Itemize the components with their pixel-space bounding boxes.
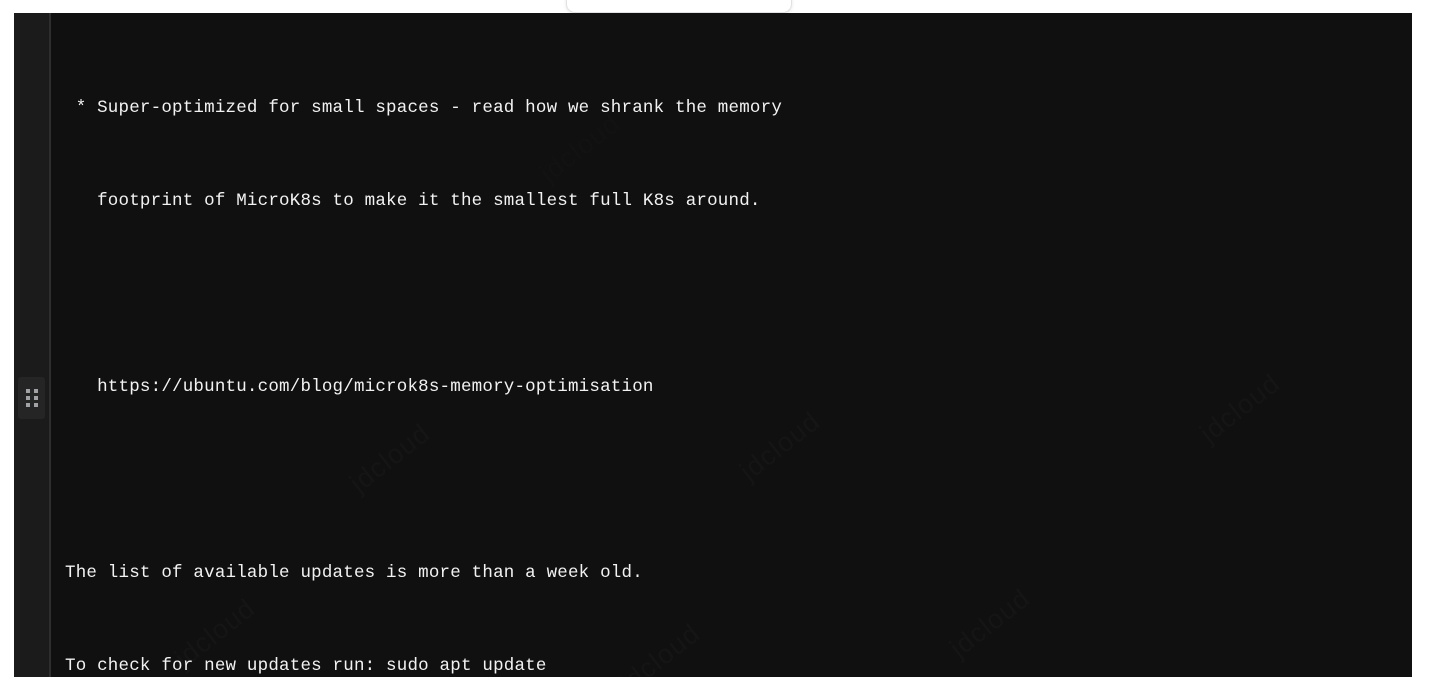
terminal-window[interactable]: jdcloud jdcloud jdcloud jdcloud jdcloud … xyxy=(14,13,1412,677)
terminal-line: The list of available updates is more th… xyxy=(65,563,643,583)
grip-dots-icon xyxy=(25,389,38,407)
terminal-side-strip xyxy=(14,13,49,677)
top-chrome-strip xyxy=(0,0,1432,13)
screen-root: jdcloud jdcloud jdcloud jdcloud jdcloud … xyxy=(0,0,1432,696)
drag-handle[interactable] xyxy=(18,377,45,419)
top-floating-card[interactable] xyxy=(566,0,792,13)
terminal-line-url: https://ubuntu.com/blog/microk8s-memory-… xyxy=(65,377,654,397)
terminal-output[interactable]: * Super-optimized for small spaces - rea… xyxy=(51,13,1412,677)
terminal-line: To check for new updates run: sudo apt u… xyxy=(65,656,547,676)
terminal-line: footprint of MicroK8s to make it the sma… xyxy=(65,191,761,211)
terminal-line: * Super-optimized for small spaces - rea… xyxy=(65,98,783,118)
